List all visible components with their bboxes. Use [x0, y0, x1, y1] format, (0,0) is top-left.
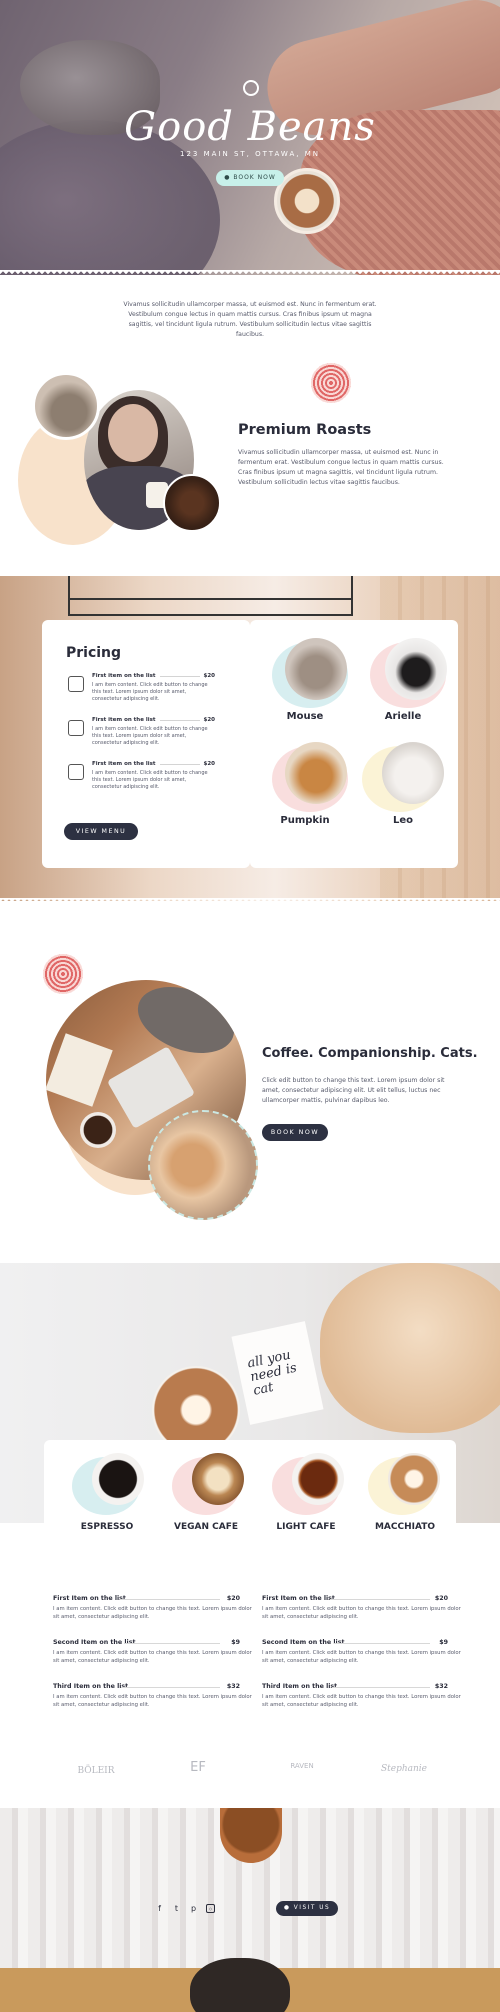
drink-name: MACCHIATO [374, 1522, 436, 1532]
pricing-item-desc: I am item content. Click edit button to … [92, 682, 208, 702]
companionship-kitten-photo [148, 1110, 258, 1220]
menu-item-name: First Item on the list [262, 1595, 335, 1602]
logo-cat-icon [243, 80, 259, 96]
instagram-icon[interactable]: ◦ [206, 1904, 215, 1914]
menu-item-price: $9 [231, 1639, 240, 1646]
drink-name: VEGAN CAFE [174, 1522, 238, 1532]
menu-item-price: $9 [439, 1639, 448, 1646]
pricing-item-price: $20 [203, 761, 215, 767]
footer-section [0, 1808, 500, 2012]
cat-photo-leo[interactable] [382, 742, 444, 804]
menu-item-price: $20 [226, 1595, 240, 1602]
roasts-beans-photo [163, 474, 221, 532]
pricing-item-name: First item on the list [92, 673, 156, 679]
drink-photo-vegan-cafe[interactable] [192, 1453, 244, 1505]
menu-item-name: First Item on the list [53, 1595, 126, 1602]
hero-address: 123 MAIN ST, OTTAWA, MN [180, 150, 320, 158]
cafe-zigzag-bottom [0, 898, 500, 904]
roasts-text: Vivamus sollicitudin ullamcorper massa, … [238, 449, 444, 486]
companionship-title: Coffee. Companionship. Cats. [262, 1046, 478, 1061]
menu-item-desc: I am item content. Click edit button to … [262, 1606, 461, 1620]
cat-name: Leo [392, 815, 414, 826]
pricing-item-name: First item on the list [92, 717, 156, 723]
companionship-text: Click edit button to change this text. L… [262, 1077, 445, 1104]
menu-item-price: $32 [226, 1683, 240, 1690]
menu-item-desc: I am item content. Click edit button to … [53, 1606, 252, 1620]
companionship-book-now-button[interactable]: BOOK NOW [262, 1124, 328, 1141]
menu-item-desc: I am item content. Click edit button to … [53, 1694, 252, 1708]
roasts-cat-photo [32, 372, 100, 440]
roasts-title: Premium Roasts [238, 422, 372, 438]
drink-photo-macchiato[interactable] [388, 1453, 440, 1505]
footer-cat-image [190, 1958, 290, 2012]
brand-logo: RAVEN [290, 1762, 314, 1770]
facebook-icon[interactable]: f [155, 1904, 164, 1913]
coffee-cup-icon [68, 720, 84, 736]
drink-photo-espresso[interactable] [92, 1453, 144, 1505]
visit-us-label: VISIT US [293, 1905, 331, 1911]
coffee-cup-icon [68, 764, 84, 780]
pricing-item-desc: I am item content. Click edit button to … [92, 770, 208, 790]
hero-zigzag-divider [0, 270, 500, 276]
pricing-item-price: $20 [203, 717, 215, 723]
cat-photo-arielle[interactable] [385, 638, 447, 700]
visit-us-button[interactable]: ● VISIT US [276, 1901, 338, 1916]
intro-text: Vivamus sollicitudin ullamcorper massa, … [123, 301, 377, 338]
drink-name: LIGHT CAFE [276, 1522, 336, 1532]
menu-item-price: $32 [434, 1683, 448, 1690]
brand-logo: EF [190, 1760, 206, 1775]
menu-item-name: Second Item on the list [262, 1639, 345, 1646]
menu-item-name: Third Item on the list [262, 1683, 338, 1690]
cat-name: Arielle [384, 711, 422, 722]
coffee-cup-icon [68, 676, 84, 692]
site-logo[interactable]: Good Beans [120, 104, 380, 150]
menu-item-name: Third Item on the list [53, 1683, 129, 1690]
view-menu-button[interactable]: VIEW MENU [64, 823, 138, 840]
cat-name: Pumpkin [280, 815, 330, 826]
pricing-item-name: First item on the list [92, 761, 156, 767]
brand-logo: Stephanie [380, 1764, 428, 1774]
cat-photo-pumpkin[interactable] [285, 742, 347, 804]
twitter-icon[interactable]: t [172, 1904, 181, 1913]
footer-hanging-bowl-image [220, 1808, 282, 1863]
swirl-decoration-icon [43, 954, 83, 994]
drink-name: ESPRESSO [80, 1522, 134, 1532]
pricing-item-price: $20 [203, 673, 215, 679]
cat-name: Mouse [286, 711, 324, 722]
hero-book-now-label: BOOK NOW [233, 174, 276, 181]
pricing-item-desc: I am item content. Click edit button to … [92, 726, 208, 746]
cat-photo-mouse[interactable] [285, 638, 347, 700]
hero-book-now-button[interactable]: ● BOOK NOW [216, 170, 284, 186]
swirl-decoration-icon [311, 363, 351, 403]
drink-photo-light-cafe[interactable] [292, 1453, 344, 1505]
menu-item-desc: I am item content. Click edit button to … [262, 1694, 461, 1708]
menu-item-price: $20 [434, 1595, 448, 1602]
menu-item-desc: I am item content. Click edit button to … [53, 1650, 252, 1664]
foursquare-icon[interactable]: p [189, 1904, 198, 1913]
menu-item-desc: I am item content. Click edit button to … [262, 1650, 461, 1664]
pricing-title: Pricing [66, 645, 122, 661]
hero-section: Good Beans 123 MAIN ST, OTTAWA, MN ● BOO… [0, 0, 500, 275]
brand-logo: BÖLEIR [77, 1766, 115, 1776]
